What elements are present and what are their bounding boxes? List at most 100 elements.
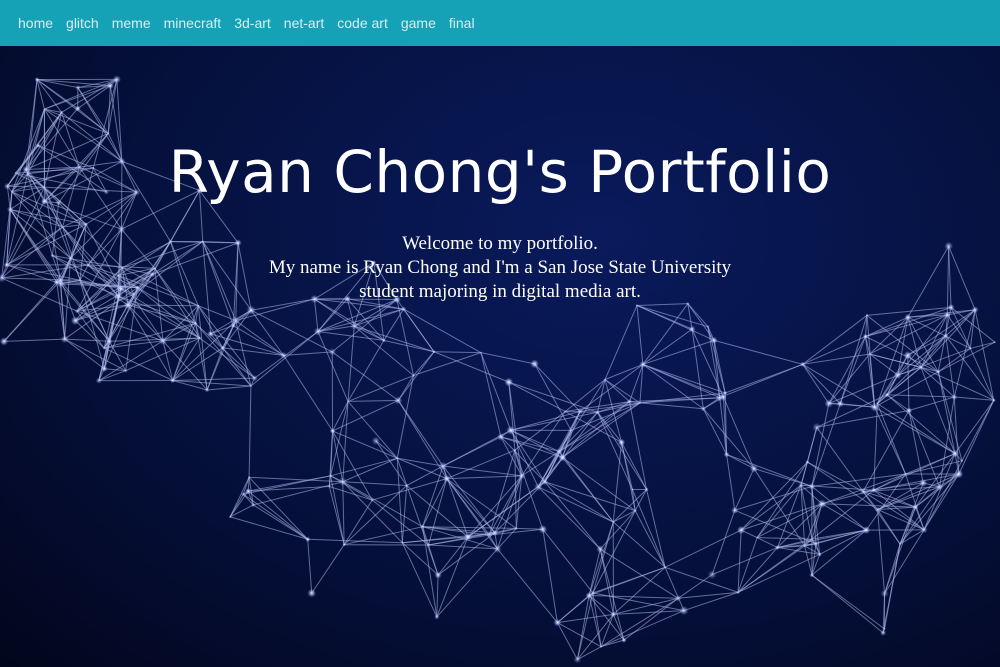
network-node (918, 364, 924, 371)
network-node (486, 532, 493, 538)
network-line (311, 544, 345, 594)
intro-text: Welcome to my portfolio. My name is Ryan… (0, 232, 1000, 304)
network-node (862, 333, 869, 340)
page: home glitch meme minecraft 3d-art net-ar… (0, 0, 1000, 667)
network-line (480, 352, 535, 365)
network-node (585, 591, 593, 600)
network-node (170, 377, 176, 384)
network-node (707, 570, 717, 580)
network-line (331, 351, 399, 401)
network-node (563, 409, 567, 414)
network-line (802, 353, 870, 365)
network-line (753, 468, 806, 547)
network-line (642, 363, 724, 398)
network-line (446, 475, 522, 480)
network-node (34, 77, 40, 82)
network-node (688, 325, 696, 333)
network-node (442, 474, 451, 483)
network-node (968, 346, 972, 350)
network-node (836, 399, 845, 408)
network-line (734, 485, 812, 511)
nav-link-3d-art[interactable]: 3d-art (234, 15, 271, 31)
network-node (240, 491, 246, 497)
network-node (971, 306, 979, 314)
network-node (991, 398, 996, 403)
network-line (488, 450, 516, 536)
network-node (106, 338, 113, 345)
nav-link-home[interactable]: home (18, 15, 53, 31)
network-line (664, 567, 685, 611)
network-node (279, 351, 288, 360)
network-node (346, 400, 350, 403)
network-node (993, 340, 997, 344)
network-node (569, 428, 573, 432)
network-node (809, 572, 815, 578)
network-line (248, 385, 252, 478)
network-line (250, 309, 284, 356)
network-line (636, 305, 644, 365)
nav-link-meme[interactable]: meme (112, 15, 151, 31)
network-node (395, 456, 399, 460)
network-line (162, 305, 199, 342)
network-line (639, 402, 704, 410)
network-line (332, 430, 398, 459)
network-node (880, 629, 887, 636)
nav-link-net-art[interactable]: net-art (284, 15, 324, 31)
network-line (642, 339, 715, 365)
network-node (463, 532, 473, 542)
network-line (354, 308, 404, 327)
network-line (64, 338, 105, 370)
network-line (347, 401, 398, 459)
network-line (713, 340, 726, 394)
network-node (247, 475, 251, 479)
network-node (612, 520, 615, 524)
network-line (497, 548, 558, 623)
network-line (348, 399, 399, 402)
network-line (172, 377, 255, 381)
network-line (283, 355, 333, 432)
network-node (749, 464, 759, 473)
nav-link-minecraft[interactable]: minecraft (164, 15, 222, 31)
network-node (639, 360, 647, 368)
network-node (313, 327, 323, 336)
network-line (734, 468, 755, 511)
network-node (504, 377, 514, 387)
network-node (514, 526, 519, 531)
network-line (599, 548, 614, 615)
network-line (726, 453, 755, 469)
network-line (383, 339, 435, 353)
network-node (710, 336, 718, 345)
network-node (307, 588, 317, 598)
network-node (898, 542, 902, 546)
network-node (951, 393, 958, 401)
nav-link-game[interactable]: game (401, 15, 436, 31)
network-node (350, 321, 359, 331)
network-line (737, 547, 778, 593)
top-navbar: home glitch meme minecraft 3d-art net-ar… (0, 0, 1000, 46)
network-line (958, 400, 995, 475)
network-line (737, 537, 758, 593)
network-node (880, 589, 889, 598)
network-node (603, 378, 607, 381)
network-node (371, 436, 381, 446)
network-line (713, 339, 803, 365)
network-line (347, 340, 385, 402)
network-node (798, 482, 804, 488)
network-line (613, 610, 684, 615)
network-node (799, 361, 806, 368)
network-node (870, 487, 877, 494)
network-node (251, 374, 258, 382)
network-line (937, 371, 963, 461)
network-line (737, 545, 805, 593)
network-line (317, 331, 349, 402)
network-node (633, 508, 637, 513)
nav-link-code-art[interactable]: code art (337, 15, 388, 31)
nav-link-glitch[interactable]: glitch (66, 15, 99, 31)
network-line (600, 639, 625, 648)
network-node (0, 337, 9, 346)
network-node (123, 368, 128, 373)
network-node (381, 338, 386, 343)
network-line (811, 574, 885, 630)
nav-link-final[interactable]: final (449, 15, 475, 31)
network-node (513, 448, 517, 452)
